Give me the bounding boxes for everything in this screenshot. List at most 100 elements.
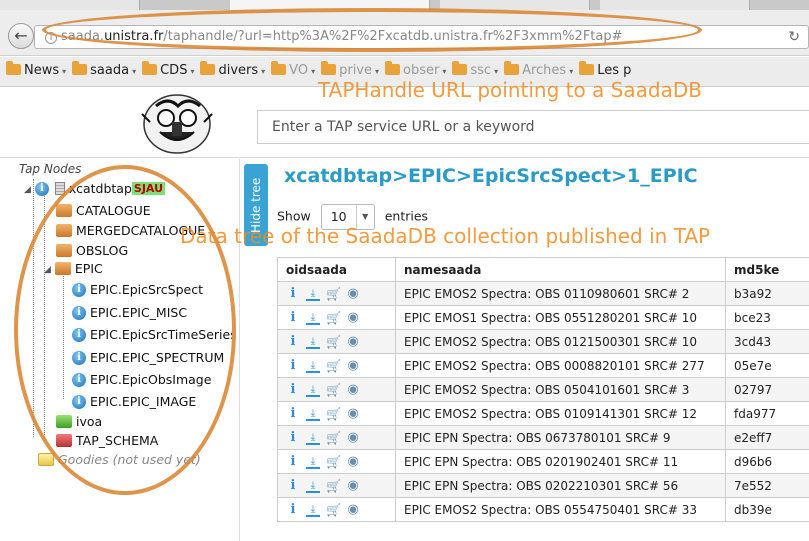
preview-icon[interactable]: ◉ [346,382,360,397]
folder-icon [271,61,287,75]
folder-icon [72,61,88,75]
folder-icon [200,61,216,75]
bookmark-folder[interactable]: saada ▾ [72,61,136,78]
info-icon[interactable]: i [286,358,300,373]
info-icon[interactable]: i [286,478,300,493]
bookmark-folder[interactable]: CDS ▾ [142,61,195,78]
download-icon[interactable]: ⤓ [306,311,320,325]
cart-icon[interactable]: 🛒 [326,359,341,373]
bookmark-folder[interactable]: ssc ▾ [452,61,498,78]
breadcrumb: xcatdbtap>EPIC>EpicSrcSpect>1_EPIC [284,165,698,187]
table-row[interactable]: i ⤓ 🛒 ◉ EPIC EMOS2 Spectra: OBS 0121500301 S… [277,329,809,354]
bookmark-label: prive [339,63,372,78]
info-icon[interactable]: i [286,382,300,397]
cart-icon[interactable]: 🛒 [326,431,341,445]
cart-icon[interactable]: 🛒 [326,335,341,349]
download-icon[interactable]: ⤓ [306,479,320,493]
chevron-down-icon: ▾ [569,67,574,76]
info-icon[interactable]: i [286,502,300,517]
table-row[interactable]: i ⤓ 🛒 ◉ EPIC EMOS2 Spectra: OBS 0110980601 S… [277,281,809,306]
download-icon[interactable]: ⤓ [306,431,320,445]
table-row[interactable]: i ⤓ 🛒 ◉ EPIC EMOS1 Spectra: OBS 0551280201 S… [277,305,809,330]
preview-icon[interactable]: ◉ [346,406,360,421]
cart-icon[interactable]: 🛒 [326,311,341,325]
row-actions: i ⤓ 🛒 ◉ [277,425,396,450]
browser-tab[interactable] [600,0,750,10]
bookmark-folder[interactable]: Arches ▾ [504,61,574,78]
browser-tab[interactable] [0,0,140,10]
row-actions: i ⤓ 🛒 ◉ [277,497,396,522]
download-icon[interactable]: ⤓ [306,503,320,517]
row-actions: i ⤓ 🛒 ◉ [277,305,396,330]
column-header-md5keysaada[interactable]: md5ke [725,257,809,282]
download-icon[interactable]: ⤓ [306,335,320,349]
bookmark-label: ssc [470,63,492,78]
download-icon[interactable]: ⤓ [306,359,320,373]
table-row[interactable]: i ⤓ 🛒 ◉ EPIC EMOS2 Spectra: OBS 0109141301 S… [277,401,809,426]
chevron-down-icon: ▾ [190,67,195,76]
folder-icon [504,61,520,75]
cell-md5keysaada: e2eff7 [725,425,809,450]
tree-annotation: Data tree of the SaadaDB collection publ… [180,224,711,248]
tap-service-search-input[interactable] [257,110,809,144]
info-icon[interactable]: i [286,430,300,445]
table-row[interactable]: i ⤓ 🛒 ◉ EPIC EMOS2 Spectra: OBS 0504101601 S… [277,377,809,402]
info-icon[interactable]: i [286,310,300,325]
preview-icon[interactable]: ◉ [346,502,360,517]
cart-icon[interactable]: 🛒 [326,383,341,397]
info-icon[interactable]: i [286,406,300,421]
preview-icon[interactable]: ◉ [346,358,360,373]
table-row[interactable]: i ⤓ 🛒 ◉ EPIC EPN Spectra: OBS 0202210301 SRC… [277,473,809,498]
info-icon[interactable]: i [34,181,49,196]
chevron-down-icon: ▾ [311,67,316,76]
chevron-down-icon: ▾ [375,67,380,76]
info-icon[interactable]: i [286,334,300,349]
preview-icon[interactable]: ◉ [346,478,360,493]
folder-icon [385,61,401,75]
tree-highlight-ellipse [14,165,236,495]
info-icon[interactable]: i [286,454,300,469]
header-divider [0,157,809,158]
table-row[interactable]: i ⤓ 🛒 ◉ EPIC EMOS2 Spectra: OBS 0554750401 S… [277,497,809,522]
preview-icon[interactable]: ◉ [346,286,360,301]
cart-icon[interactable]: 🛒 [326,503,341,517]
cart-icon[interactable]: 🛒 [326,287,341,301]
table-header-row: oidsaada namesaada md5ke [277,257,809,282]
preview-icon[interactable]: ◉ [346,334,360,349]
download-icon[interactable]: ⤓ [306,383,320,397]
cell-md5keysaada: 02797 [725,377,809,402]
column-header-namesaada[interactable]: namesaada [395,257,726,282]
url-annotation: TAPHandle URL pointing to a SaadaDB [318,78,702,102]
reload-icon[interactable]: ↻ [788,26,800,48]
folder-icon [321,61,337,75]
download-icon[interactable]: ⤓ [306,287,320,301]
cell-namesaada: EPIC EMOS2 Spectra: OBS 0504101601 SRC# … [395,377,726,402]
bookmark-folder[interactable]: VO ▾ [271,61,316,78]
cart-icon[interactable]: 🛒 [326,479,341,493]
preview-icon[interactable]: ◉ [346,454,360,469]
cell-md5keysaada: 7e552 [725,473,809,498]
cell-namesaada: EPIC EPN Spectra: OBS 0201902401 SRC# 11 [395,449,726,474]
back-button[interactable]: ← [8,23,34,49]
table-row[interactable]: i ⤓ 🛒 ◉ EPIC EPN Spectra: OBS 0201902401 SRC… [277,449,809,474]
preview-icon[interactable]: ◉ [346,430,360,445]
bookmark-folder[interactable]: prive ▾ [321,61,380,78]
row-actions: i ⤓ 🛒 ◉ [277,377,396,402]
table-row[interactable]: i ⤓ 🛒 ◉ EPIC EMOS2 Spectra: OBS 0008820101 S… [277,353,809,378]
bookmark-folder[interactable]: obser ▾ [385,61,446,78]
bookmark-folder[interactable]: News ▾ [6,61,66,78]
bookmark-label: CDS [160,63,188,78]
table-row[interactable]: i ⤓ 🛒 ◉ EPIC EPN Spectra: OBS 0673780101 SRC… [277,425,809,450]
bookmark-folder[interactable]: divers ▾ [200,61,265,78]
expand-toggle-icon[interactable]: ◢ [24,185,31,195]
info-icon[interactable]: i [286,286,300,301]
bookmark-folder[interactable]: Les p [579,61,631,78]
cell-namesaada: EPIC EMOS2 Spectra: OBS 0554750401 SRC# … [395,497,726,522]
column-header-oidsaada[interactable]: oidsaada [277,257,396,282]
cart-icon[interactable]: 🛒 [326,407,341,421]
download-icon[interactable]: ⤓ [306,455,320,469]
download-icon[interactable]: ⤓ [306,407,320,421]
cart-icon[interactable]: 🛒 [326,455,341,469]
preview-icon[interactable]: ◉ [346,310,360,325]
entries-select-value: 10 [330,209,347,224]
